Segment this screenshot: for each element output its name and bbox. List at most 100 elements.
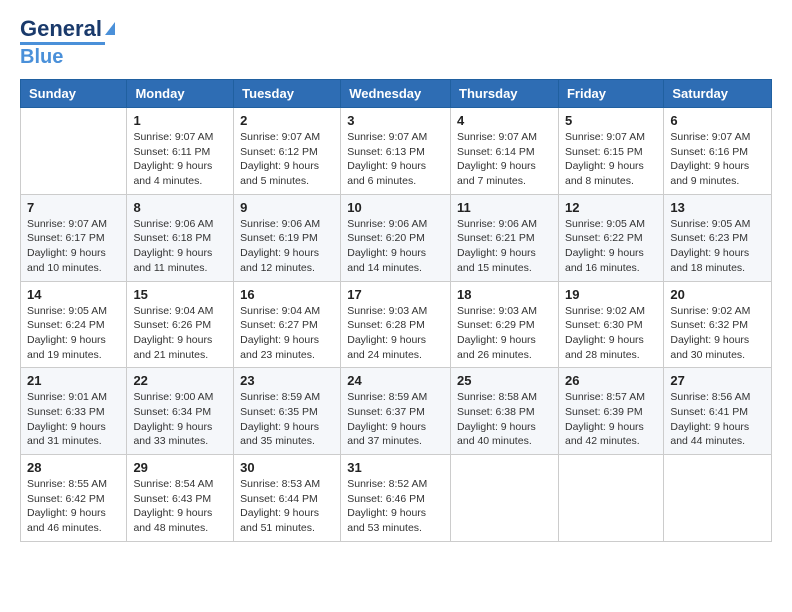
day-info: Sunrise: 8:57 AMSunset: 6:39 PMDaylight:… [565, 390, 657, 449]
day-info: Sunrise: 9:03 AMSunset: 6:29 PMDaylight:… [457, 304, 552, 363]
header-cell-wednesday: Wednesday [341, 80, 451, 108]
day-number: 30 [240, 460, 334, 475]
day-number: 12 [565, 200, 657, 215]
header-cell-sunday: Sunday [21, 80, 127, 108]
day-info: Sunrise: 8:54 AMSunset: 6:43 PMDaylight:… [133, 477, 227, 536]
day-cell: 2 Sunrise: 9:07 AMSunset: 6:12 PMDaylight… [234, 108, 341, 195]
day-info: Sunrise: 9:01 AMSunset: 6:33 PMDaylight:… [27, 390, 120, 449]
day-number: 20 [670, 287, 765, 302]
day-number: 21 [27, 373, 120, 388]
day-number: 6 [670, 113, 765, 128]
header-cell-tuesday: Tuesday [234, 80, 341, 108]
day-number: 25 [457, 373, 552, 388]
day-info: Sunrise: 9:05 AMSunset: 6:24 PMDaylight:… [27, 304, 120, 363]
day-number: 23 [240, 373, 334, 388]
day-number: 24 [347, 373, 444, 388]
day-info: Sunrise: 9:03 AMSunset: 6:28 PMDaylight:… [347, 304, 444, 363]
day-number: 26 [565, 373, 657, 388]
day-cell: 20 Sunrise: 9:02 AMSunset: 6:32 PMDayligh… [664, 281, 772, 368]
day-cell: 25 Sunrise: 8:58 AMSunset: 6:38 PMDayligh… [451, 368, 559, 455]
week-row-5: 28 Sunrise: 8:55 AMSunset: 6:42 PMDayligh… [21, 455, 772, 542]
day-cell: 21 Sunrise: 9:01 AMSunset: 6:33 PMDayligh… [21, 368, 127, 455]
day-number: 16 [240, 287, 334, 302]
day-number: 19 [565, 287, 657, 302]
day-info: Sunrise: 9:07 AMSunset: 6:15 PMDaylight:… [565, 130, 657, 189]
day-cell [451, 455, 559, 542]
day-number: 7 [27, 200, 120, 215]
day-cell [664, 455, 772, 542]
day-number: 14 [27, 287, 120, 302]
day-cell [21, 108, 127, 195]
day-number: 29 [133, 460, 227, 475]
day-number: 18 [457, 287, 552, 302]
header: General Blue [20, 16, 772, 69]
day-info: Sunrise: 9:06 AMSunset: 6:21 PMDaylight:… [457, 217, 552, 276]
day-cell: 15Sunrise: 9:04 AMSunset: 6:26 PMDayligh… [127, 281, 234, 368]
day-info: Sunrise: 8:56 AMSunset: 6:41 PMDaylight:… [670, 390, 765, 449]
day-cell: 5Sunrise: 9:07 AMSunset: 6:15 PMDaylight… [558, 108, 663, 195]
day-number: 28 [27, 460, 120, 475]
day-info: Sunrise: 9:04 AMSunset: 6:27 PMDaylight:… [240, 304, 334, 363]
day-cell: 13 Sunrise: 9:05 AMSunset: 6:23 PMDayligh… [664, 194, 772, 281]
week-row-4: 21 Sunrise: 9:01 AMSunset: 6:33 PMDayligh… [21, 368, 772, 455]
day-number: 13 [670, 200, 765, 215]
day-cell: 27 Sunrise: 8:56 AMSunset: 6:41 PMDayligh… [664, 368, 772, 455]
day-cell: 14 Sunrise: 9:05 AMSunset: 6:24 PMDayligh… [21, 281, 127, 368]
day-number: 17 [347, 287, 444, 302]
day-cell: 24Sunrise: 8:59 AMSunset: 6:37 PMDayligh… [341, 368, 451, 455]
logo-divider [20, 42, 105, 45]
day-cell: 11Sunrise: 9:06 AMSunset: 6:21 PMDayligh… [451, 194, 559, 281]
day-cell: 22Sunrise: 9:00 AMSunset: 6:34 PMDayligh… [127, 368, 234, 455]
logo-triangle-icon [105, 22, 115, 35]
week-row-1: 1Sunrise: 9:07 AMSunset: 6:11 PMDaylight… [21, 108, 772, 195]
day-cell: 6 Sunrise: 9:07 AMSunset: 6:16 PMDaylight… [664, 108, 772, 195]
day-cell: 17 Sunrise: 9:03 AMSunset: 6:28 PMDayligh… [341, 281, 451, 368]
logo-blue-label: Blue [20, 46, 63, 69]
day-number: 8 [133, 200, 227, 215]
day-number: 2 [240, 113, 334, 128]
header-cell-friday: Friday [558, 80, 663, 108]
day-cell: 30 Sunrise: 8:53 AMSunset: 6:44 PMDayligh… [234, 455, 341, 542]
day-info: Sunrise: 9:07 AMSunset: 6:16 PMDaylight:… [670, 130, 765, 189]
header-cell-saturday: Saturday [664, 80, 772, 108]
day-info: Sunrise: 9:07 AMSunset: 6:12 PMDaylight:… [240, 130, 334, 189]
day-number: 1 [133, 113, 227, 128]
day-number: 3 [347, 113, 444, 128]
day-info: Sunrise: 9:04 AMSunset: 6:26 PMDaylight:… [133, 304, 227, 363]
day-number: 9 [240, 200, 334, 215]
day-info: Sunrise: 8:58 AMSunset: 6:38 PMDaylight:… [457, 390, 552, 449]
day-cell: 3 Sunrise: 9:07 AMSunset: 6:13 PMDaylight… [341, 108, 451, 195]
day-cell: 7Sunrise: 9:07 AMSunset: 6:17 PMDaylight… [21, 194, 127, 281]
header-cell-monday: Monday [127, 80, 234, 108]
day-cell: 4 Sunrise: 9:07 AMSunset: 6:14 PMDaylight… [451, 108, 559, 195]
day-cell: 19 Sunrise: 9:02 AMSunset: 6:30 PMDayligh… [558, 281, 663, 368]
day-cell: 26 Sunrise: 8:57 AMSunset: 6:39 PMDayligh… [558, 368, 663, 455]
day-number: 27 [670, 373, 765, 388]
header-cell-thursday: Thursday [451, 80, 559, 108]
page: General Blue SundayMondayTuesdayWednesda… [0, 0, 792, 612]
day-cell: 9Sunrise: 9:06 AMSunset: 6:19 PMDaylight… [234, 194, 341, 281]
week-row-2: 7Sunrise: 9:07 AMSunset: 6:17 PMDaylight… [21, 194, 772, 281]
day-info: Sunrise: 9:06 AMSunset: 6:18 PMDaylight:… [133, 217, 227, 276]
day-info: Sunrise: 9:07 AMSunset: 6:13 PMDaylight:… [347, 130, 444, 189]
day-cell: 12 Sunrise: 9:05 AMSunset: 6:22 PMDayligh… [558, 194, 663, 281]
day-info: Sunrise: 8:53 AMSunset: 6:44 PMDaylight:… [240, 477, 334, 536]
day-info: Sunrise: 9:06 AMSunset: 6:20 PMDaylight:… [347, 217, 444, 276]
day-number: 4 [457, 113, 552, 128]
day-info: Sunrise: 9:07 AMSunset: 6:14 PMDaylight:… [457, 130, 552, 189]
day-number: 10 [347, 200, 444, 215]
day-cell: 1Sunrise: 9:07 AMSunset: 6:11 PMDaylight… [127, 108, 234, 195]
day-info: Sunrise: 8:55 AMSunset: 6:42 PMDaylight:… [27, 477, 120, 536]
day-cell [558, 455, 663, 542]
day-cell: 31Sunrise: 8:52 AMSunset: 6:46 PMDayligh… [341, 455, 451, 542]
day-cell: 18 Sunrise: 9:03 AMSunset: 6:29 PMDayligh… [451, 281, 559, 368]
day-info: Sunrise: 9:05 AMSunset: 6:22 PMDaylight:… [565, 217, 657, 276]
day-info: Sunrise: 9:05 AMSunset: 6:23 PMDaylight:… [670, 217, 765, 276]
day-info: Sunrise: 9:02 AMSunset: 6:32 PMDaylight:… [670, 304, 765, 363]
day-cell: 29 Sunrise: 8:54 AMSunset: 6:43 PMDayligh… [127, 455, 234, 542]
day-info: Sunrise: 9:02 AMSunset: 6:30 PMDaylight:… [565, 304, 657, 363]
day-info: Sunrise: 8:52 AMSunset: 6:46 PMDaylight:… [347, 477, 444, 536]
header-row: SundayMondayTuesdayWednesdayThursdayFrid… [21, 80, 772, 108]
calendar-header: SundayMondayTuesdayWednesdayThursdayFrid… [21, 80, 772, 108]
day-cell: 28 Sunrise: 8:55 AMSunset: 6:42 PMDayligh… [21, 455, 127, 542]
